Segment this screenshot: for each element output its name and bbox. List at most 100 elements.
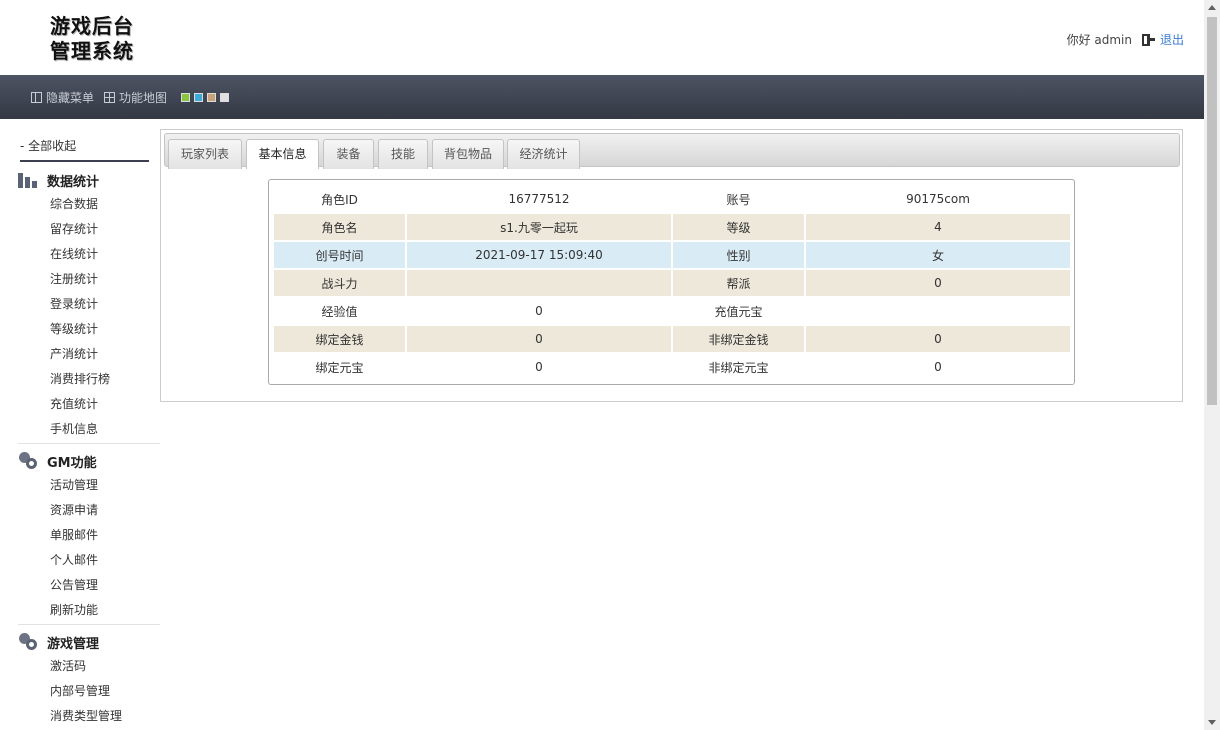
sidebar-item[interactable]: 留存统计	[18, 219, 160, 244]
hide-menu-icon	[31, 91, 42, 103]
tab-bar: 玩家列表 基本信息 装备 技能 背包物品 经济统计	[164, 133, 1180, 169]
theme-swatch[interactable]	[194, 92, 204, 102]
tab[interactable]: 经济统计	[507, 139, 580, 169]
info-value: 0	[407, 326, 671, 352]
sidebar-item[interactable]: 综合数据	[18, 194, 160, 219]
toolbar: 隐藏菜单 功能地图	[0, 75, 1204, 119]
main-panel: 玩家列表 基本信息 装备 技能 背包物品 经济统计 角色ID 16777512 账号 90175…	[160, 129, 1183, 402]
info-value: 0	[407, 298, 671, 324]
sidebar-group: 游戏管理激活码 内部号管理 消费类型管理	[18, 632, 160, 730]
sidebar-group-title[interactable]: GM功能	[18, 451, 160, 471]
info-row: 角色名 s1.九零一起玩 等级 4	[274, 214, 1070, 240]
info-row: 战斗力 帮派 0	[274, 270, 1070, 296]
sidebar-item[interactable]: 个人邮件	[18, 550, 160, 575]
user-area: 你好 admin 退出	[1067, 31, 1184, 48]
logo-line2: 管理系统	[50, 39, 134, 63]
function-map-button[interactable]: 功能地图	[104, 89, 167, 106]
collapse-all-button[interactable]: - 全部收起	[20, 137, 149, 162]
info-value	[806, 298, 1070, 324]
info-value: s1.九零一起玩	[407, 214, 671, 240]
logout-link[interactable]: 退出	[1160, 31, 1184, 48]
logout-icon[interactable]	[1141, 33, 1155, 47]
sidebar-item[interactable]: 资源申请	[18, 500, 160, 525]
info-value: 0	[806, 326, 1070, 352]
sidebar-group-label: 数据统计	[47, 174, 100, 190]
sidebar-item[interactable]: 充值统计	[18, 394, 160, 419]
sidebar-item[interactable]: 登录统计	[18, 294, 160, 319]
sidebar-item[interactable]: 注册统计	[18, 269, 160, 294]
gear-icon	[18, 633, 38, 651]
info-value: 0	[407, 354, 671, 380]
info-label: 创号时间	[274, 242, 405, 268]
sidebar-item[interactable]: 活动管理	[18, 475, 160, 500]
info-label: 经验值	[274, 298, 405, 324]
sidebar-group-title[interactable]: 游戏管理	[18, 632, 160, 652]
info-label: 角色ID	[274, 186, 405, 212]
info-label: 角色名	[274, 214, 405, 240]
bar-chart-icon	[18, 171, 38, 189]
info-value	[407, 270, 671, 296]
tab[interactable]: 基本信息	[246, 139, 319, 169]
function-map-label: 功能地图	[119, 90, 168, 105]
info-label: 性别	[673, 242, 804, 268]
info-label: 账号	[673, 186, 804, 212]
info-label: 非绑定元宝	[673, 354, 804, 380]
sidebar-item[interactable]: 手机信息	[18, 419, 160, 444]
hide-menu-button[interactable]: 隐藏菜单	[31, 89, 94, 106]
sidebar-item[interactable]: 单服邮件	[18, 525, 160, 550]
info-row: 绑定金钱 0 非绑定金钱 0	[274, 326, 1070, 352]
info-value: 0	[806, 354, 1070, 380]
tab[interactable]: 装备	[323, 139, 374, 169]
info-label: 战斗力	[274, 270, 405, 296]
info-label: 绑定金钱	[274, 326, 405, 352]
sidebar-group-label: GM功能	[47, 455, 97, 471]
logo-line1: 游戏后台	[50, 14, 134, 38]
info-label: 非绑定金钱	[673, 326, 804, 352]
scroll-up-icon[interactable]	[1208, 5, 1216, 10]
theme-swatches	[181, 92, 233, 102]
theme-swatch[interactable]	[207, 92, 217, 102]
tab[interactable]: 玩家列表	[168, 139, 242, 169]
sidebar-item[interactable]: 产消统计	[18, 344, 160, 369]
sidebar-divider	[18, 443, 160, 444]
info-value: 2021-09-17 15:09:40	[407, 242, 671, 268]
info-row: 角色ID 16777512 账号 90175com	[274, 186, 1070, 212]
sidebar-item[interactable]: 消费排行榜	[18, 369, 160, 394]
logo: 游戏后台 管理系统	[50, 14, 160, 64]
player-info-table: 角色ID 16777512 账号 90175com 角色名 s1.九零一起玩 等级 4 创号时间…	[272, 184, 1072, 382]
sidebar-item[interactable]: 在线统计	[18, 244, 160, 269]
player-info-box: 角色ID 16777512 账号 90175com 角色名 s1.九零一起玩 等级 4 创号时间…	[268, 179, 1075, 385]
sidebar-item[interactable]: 等级统计	[18, 319, 160, 344]
info-label: 绑定元宝	[274, 354, 405, 380]
info-value: 4	[806, 214, 1070, 240]
sidebar-group-label: 游戏管理	[47, 636, 100, 652]
info-label: 充值元宝	[673, 298, 804, 324]
info-row: 绑定元宝 0 非绑定元宝 0	[274, 354, 1070, 380]
sidebar-group: GM功能活动管理 资源申请 单服邮件 个人邮件 公告管理 刷新功能	[18, 451, 160, 625]
theme-swatch[interactable]	[181, 92, 191, 102]
info-value: 女	[806, 242, 1070, 268]
sidebar-group: 数据统计综合数据 留存统计 在线统计 注册统计 登录统计 等级统计 产消统计 消费排行榜 充值统…	[18, 170, 160, 444]
info-value: 16777512	[407, 186, 671, 212]
scroll-thumb[interactable]	[1207, 17, 1217, 405]
scroll-down-icon[interactable]	[1208, 720, 1216, 725]
sidebar: - 全部收起 数据统计 综合数据 留存统计 在线统计 注册统计 登录统计 等级统计 产消统计消…	[0, 119, 160, 730]
greeting: 你好 admin	[1066, 33, 1132, 47]
info-row: 创号时间 2021-09-17 15:09:40 性别女	[274, 242, 1070, 268]
sidebar-item[interactable]: 内部号管理	[18, 681, 160, 706]
tab[interactable]: 技能	[378, 139, 428, 169]
grid-icon	[104, 91, 116, 103]
sidebar-group-title[interactable]: 数据统计	[18, 170, 160, 190]
sidebar-divider	[18, 624, 160, 625]
sidebar-item[interactable]: 公告管理	[18, 575, 160, 600]
info-label: 等级	[673, 214, 804, 240]
sidebar-item[interactable]: 消费类型管理	[18, 706, 160, 730]
gear-icon	[18, 452, 38, 470]
hide-menu-label: 隐藏菜单	[46, 90, 95, 105]
theme-swatch[interactable]	[220, 92, 230, 102]
sidebar-item[interactable]: 激活码	[18, 656, 160, 681]
header: 游戏后台 管理系统 你好 admin 退出	[0, 0, 1204, 75]
tab[interactable]: 背包物品	[432, 139, 504, 169]
page-scrollbar[interactable]	[1204, 0, 1220, 730]
sidebar-item[interactable]: 刷新功能	[18, 600, 160, 625]
